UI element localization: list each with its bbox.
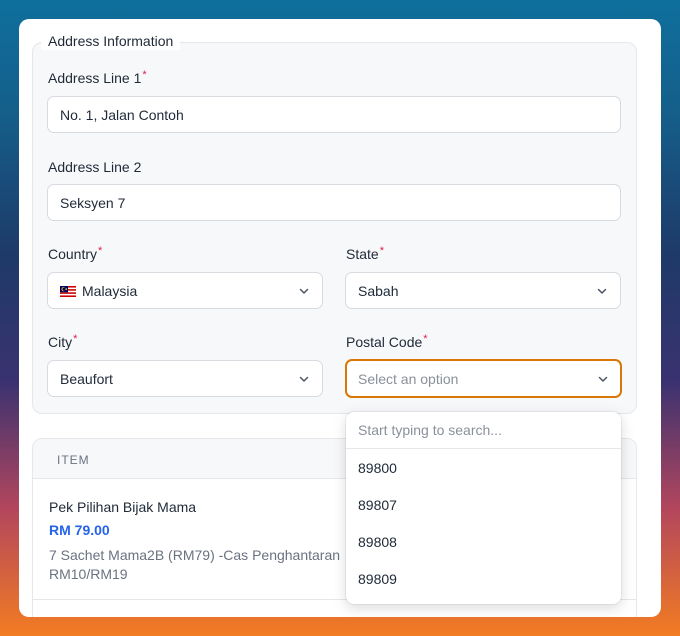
fieldset-legend: Address Information: [41, 32, 181, 50]
chevron-down-icon: [597, 288, 607, 294]
required-mark: *: [73, 333, 78, 345]
column-header-item: ITEM: [57, 453, 90, 467]
required-mark: *: [423, 333, 428, 345]
item-name: Pek Pilihan Bijak Mama: [49, 499, 197, 515]
address-line-2-input[interactable]: Seksyen 7: [47, 184, 621, 221]
address-line-1-input[interactable]: No. 1, Jalan Contoh: [47, 96, 621, 133]
country-value: Malaysia: [82, 282, 138, 299]
required-mark: *: [142, 69, 147, 81]
dropdown-option[interactable]: 89809: [346, 560, 621, 597]
chevron-down-icon: [299, 376, 309, 382]
country-select[interactable]: Malaysia: [47, 272, 323, 309]
state-select[interactable]: Sabah: [345, 272, 621, 309]
dropdown-option[interactable]: 89808: [346, 523, 621, 560]
country-label-text: Country: [48, 246, 98, 262]
address-line-1-value: No. 1, Jalan Contoh: [60, 106, 184, 123]
dropdown-search-placeholder: Start typing to search...: [358, 422, 502, 438]
required-mark: *: [98, 245, 103, 257]
state-label-text: State: [346, 246, 379, 262]
postal-code-placeholder: Select an option: [358, 370, 459, 387]
postal-code-select[interactable]: Select an option: [345, 359, 622, 398]
address-line-2-label: Address Line 2: [48, 159, 142, 175]
dropdown-option[interactable]: 89807: [346, 486, 621, 523]
city-label: City*: [48, 333, 77, 351]
state-value: Sabah: [358, 282, 399, 299]
dropdown-search-input[interactable]: Start typing to search...: [346, 412, 621, 449]
postal-code-dropdown: Start typing to search... 89800 89807 89…: [346, 412, 621, 604]
required-mark: *: [379, 245, 384, 257]
item-price: RM 79.00: [49, 522, 110, 538]
country-label: Country*: [48, 245, 102, 263]
address-line-1-label-text: Address Line 1: [48, 70, 142, 86]
address-line-2-value: Seksyen 7: [60, 194, 126, 211]
city-select[interactable]: Beaufort: [47, 360, 323, 397]
city-value: Beaufort: [60, 370, 113, 387]
state-label: State*: [346, 245, 384, 263]
form-card: Address Information Address Line 1* No. …: [19, 19, 661, 617]
address-line-1-label: Address Line 1*: [48, 69, 147, 87]
dropdown-option[interactable]: 89800: [346, 449, 621, 486]
malaysia-flag-icon: [60, 286, 76, 298]
chevron-down-icon: [598, 376, 608, 382]
postal-code-label-text: Postal Code: [346, 334, 423, 350]
item-description: 7 Sachet Mama2B (RM79) -Cas Penghantaran…: [49, 547, 341, 582]
city-label-text: City: [48, 334, 73, 350]
postal-code-label: Postal Code*: [346, 333, 428, 351]
chevron-down-icon: [299, 288, 309, 294]
country-selected: Malaysia: [60, 283, 137, 299]
